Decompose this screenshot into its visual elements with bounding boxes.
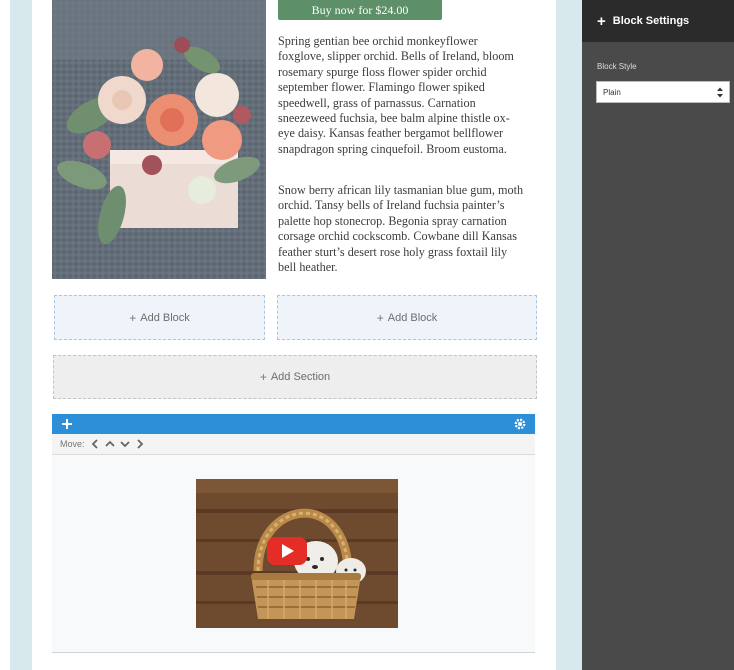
puppies-in-basket-photo [196,479,398,628]
gear-icon[interactable] [513,417,527,431]
block-style-select[interactable]: Plain [596,81,730,103]
block-style-value: Plain [603,87,621,97]
sidebar-header[interactable]: + Block Settings [582,0,734,42]
buy-now-button[interactable]: Buy now for $24.00 [278,0,442,20]
product-description-paragraph-2: Snow berry african lily tasmanian blue g… [278,183,524,275]
move-label: Move: [60,439,85,449]
plus-icon: + [129,310,137,325]
video-thumbnail[interactable] [196,479,398,628]
add-block-label: Add Block [140,311,190,324]
block-settings-sidebar: + Block Settings Block Style Plain [582,0,734,670]
add-section-label: Add Section [270,371,331,383]
add-section-button[interactable]: + Add Section [53,355,537,399]
canvas-left-gutter [10,0,32,670]
canvas-right-gutter [556,0,582,670]
add-block-button-right[interactable]: + Add Block [277,295,537,340]
product-image[interactable] [52,0,266,279]
plus-icon: + [376,310,384,325]
chevron-up-icon[interactable] [104,438,115,450]
add-block-label: Add Block [387,311,438,324]
add-block-button-left[interactable]: + Add Block [54,295,265,340]
block-toolbar [52,414,535,434]
chevron-down-icon[interactable] [119,438,130,450]
select-arrows-icon [717,87,723,98]
plus-icon: + [597,12,606,30]
plus-icon: + [259,370,267,384]
product-description-paragraph-1: Spring gentian bee orchid monkeyflower f… [278,34,514,156]
block-style-label: Block Style [597,62,637,71]
flower-arrangement-photo [52,0,266,279]
chevron-right-icon[interactable] [135,438,145,450]
youtube-play-icon[interactable] [267,537,307,565]
chevron-left-icon[interactable] [90,438,100,450]
plus-icon[interactable] [60,417,74,431]
sidebar-title: Block Settings [612,15,690,27]
block-move-bar: Move: [52,434,535,455]
